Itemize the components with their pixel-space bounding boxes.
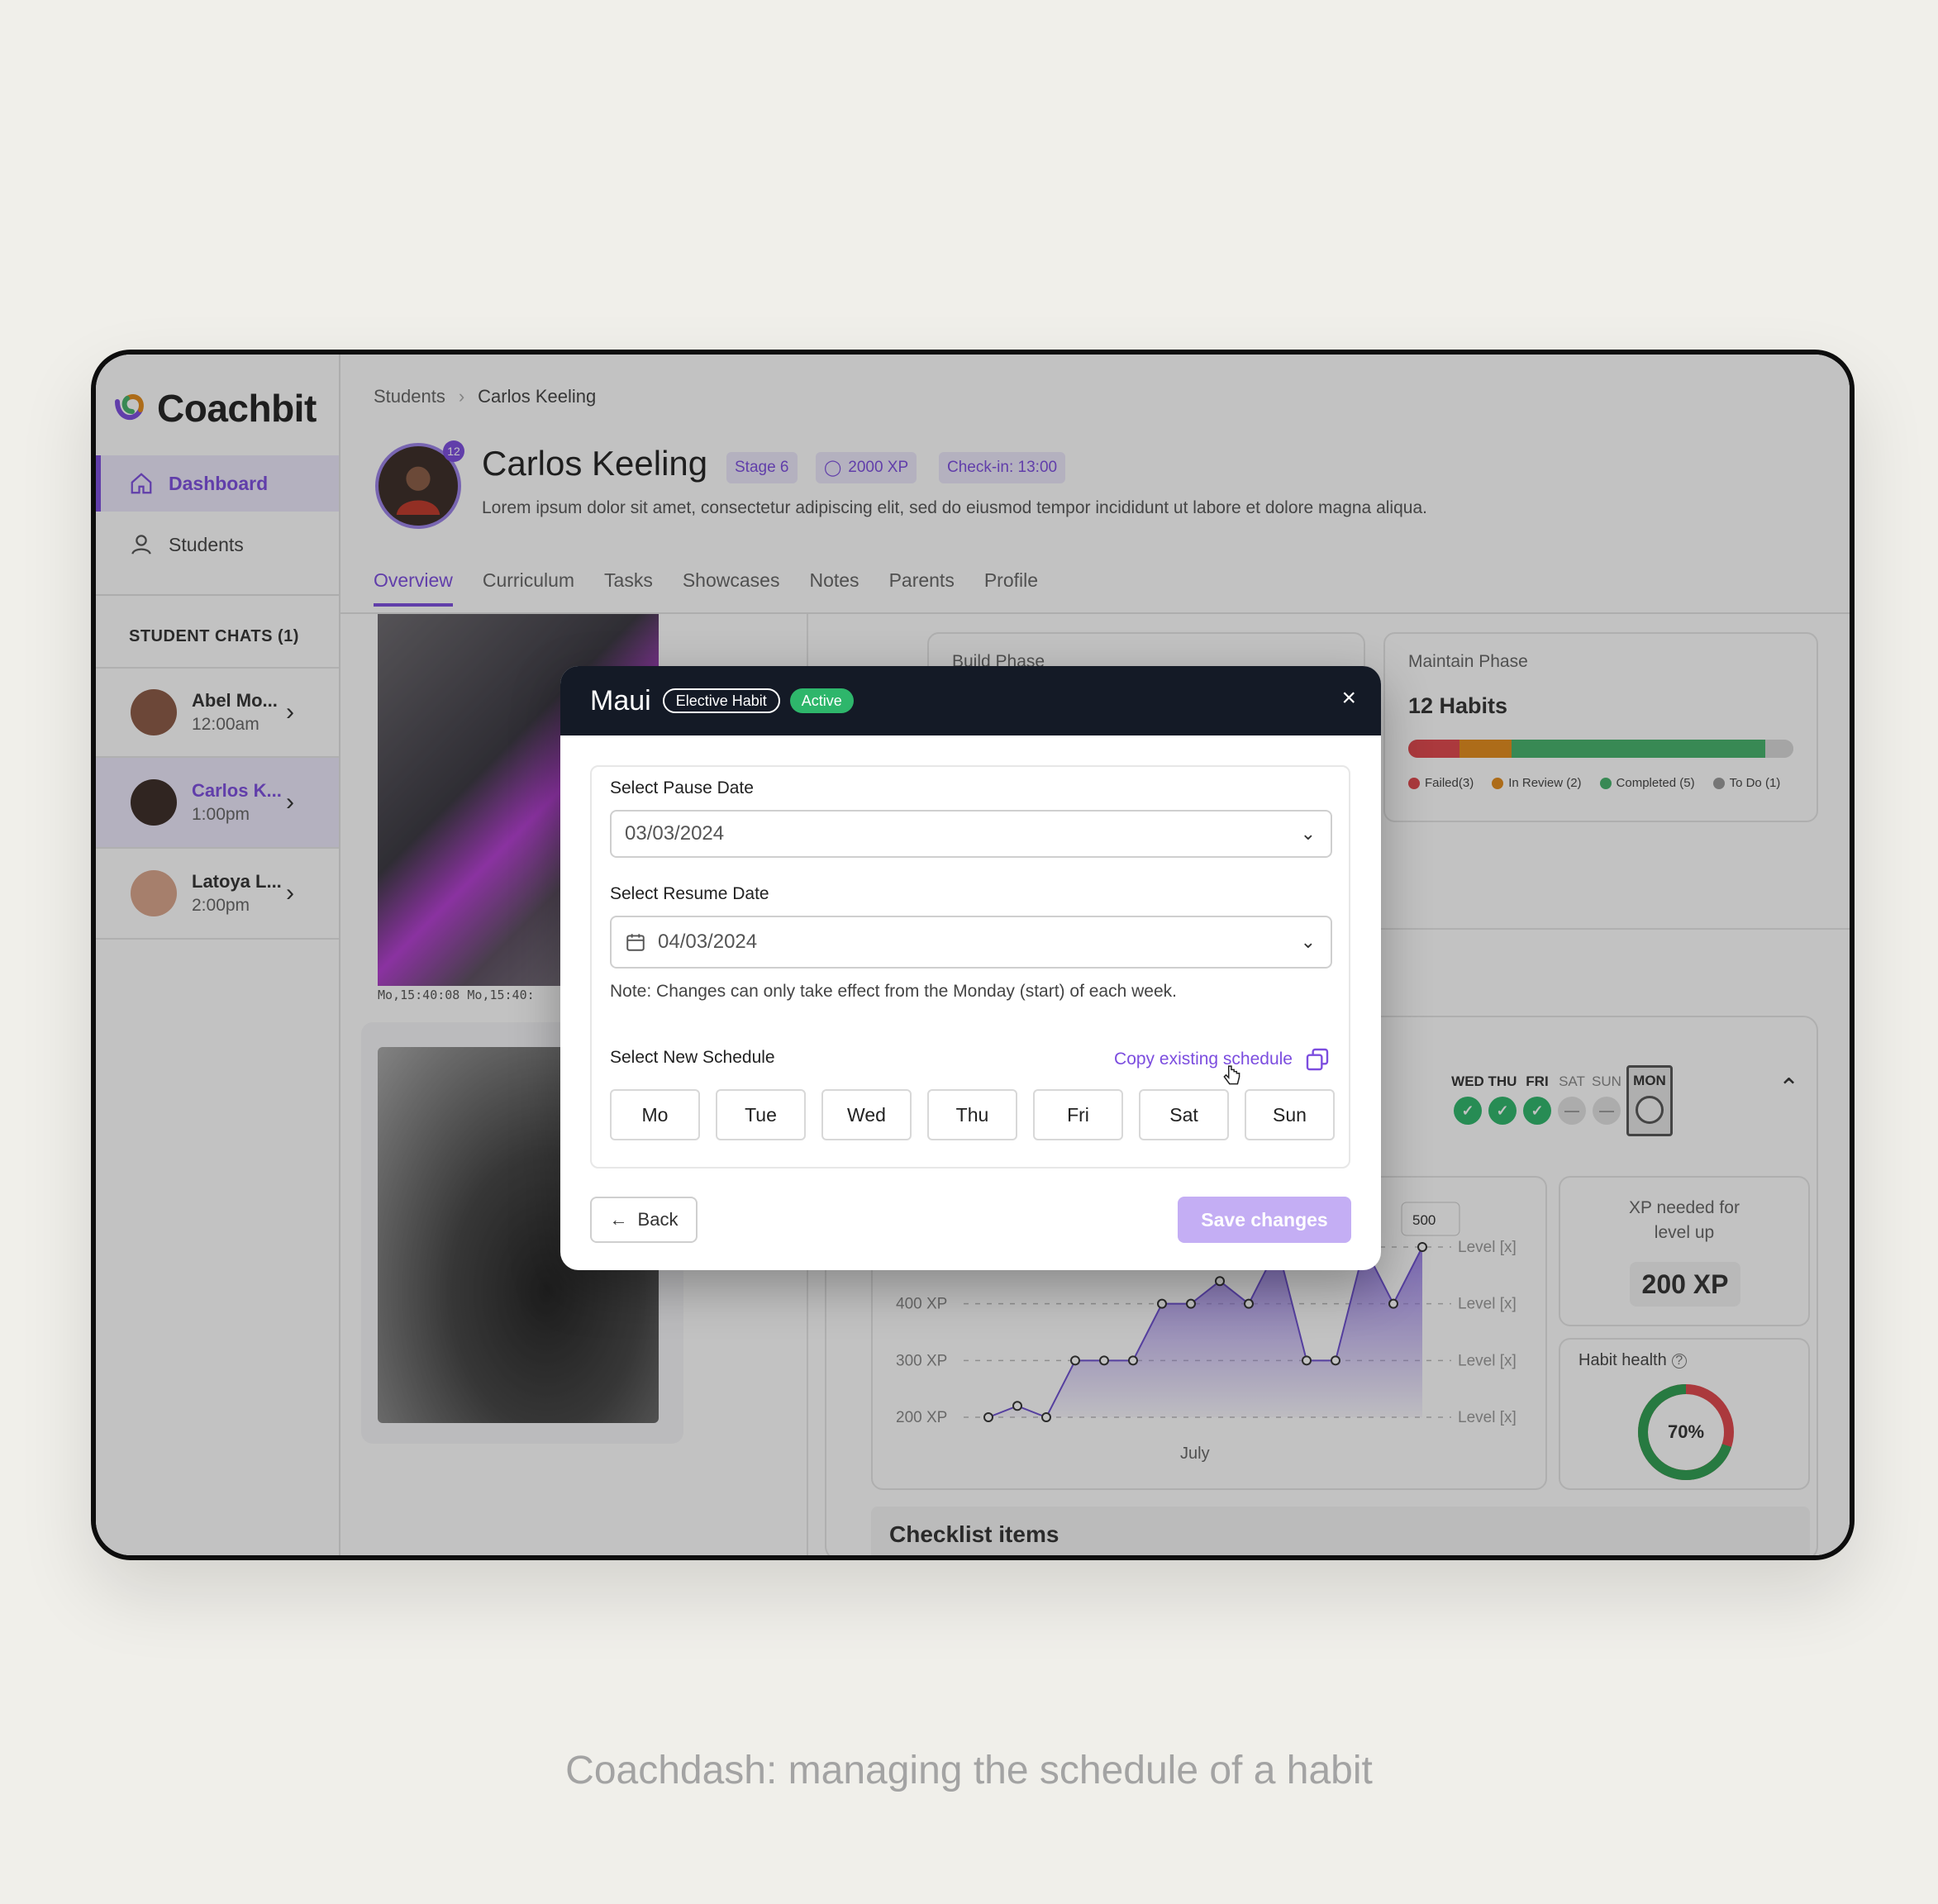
day-button-thu[interactable]: Thu <box>927 1089 1017 1140</box>
habit-type-badge: Elective Habit <box>662 688 780 713</box>
day-button-wed[interactable]: Wed <box>821 1089 912 1140</box>
day-button-sun[interactable]: Sun <box>1245 1089 1335 1140</box>
day-button-mo[interactable]: Mo <box>610 1089 700 1140</box>
close-icon[interactable]: × <box>1341 686 1356 711</box>
resume-date-select[interactable]: 04/03/2024 ⌄ <box>610 916 1332 969</box>
day-button-fri[interactable]: Fri <box>1033 1089 1123 1140</box>
chevron-down-icon: ⌄ <box>1300 823 1316 844</box>
resume-date-label: Select Resume Date <box>610 884 769 903</box>
arrow-left-icon: ← <box>609 1209 628 1230</box>
pause-date-value: 03/03/2024 <box>625 822 725 845</box>
modal-title: Maui <box>590 684 651 716</box>
resume-date-value: 04/03/2024 <box>658 931 758 953</box>
app-window: Coachbit Dashboard Students STUDENT CHAT… <box>91 350 1855 1560</box>
schedule-form: Select Pause Date 03/03/2024 ⌄ Select Re… <box>590 765 1350 1169</box>
pause-schedule-modal: Maui Elective Habit Active × Select Paus… <box>560 666 1381 1270</box>
copy-schedule-label: Copy existing schedule <box>1114 1050 1293 1069</box>
copy-icon <box>1306 1048 1329 1071</box>
save-changes-button[interactable]: Save changes <box>1178 1197 1351 1243</box>
day-selector: Mo Tue Wed Thu Fri Sat Sun <box>610 1089 1335 1140</box>
schedule-note: Note: Changes can only take effect from … <box>610 982 1177 1001</box>
figure-caption: Coachdash: managing the schedule of a ha… <box>565 1749 1373 1792</box>
calendar-icon <box>626 934 645 951</box>
pointer-cursor-icon <box>1223 1065 1240 1085</box>
pause-date-label: Select Pause Date <box>610 778 754 797</box>
modal-header: Maui Elective Habit Active × <box>560 666 1381 735</box>
day-button-sat[interactable]: Sat <box>1139 1089 1229 1140</box>
status-badge: Active <box>789 688 854 713</box>
chevron-down-icon: ⌄ <box>1300 931 1316 952</box>
new-schedule-label: Select New Schedule <box>610 1048 775 1067</box>
pause-date-select[interactable]: 03/03/2024 ⌄ <box>610 810 1332 858</box>
back-label: Back <box>637 1209 679 1230</box>
back-button[interactable]: ← Back <box>590 1197 698 1243</box>
day-button-tue[interactable]: Tue <box>716 1089 806 1140</box>
